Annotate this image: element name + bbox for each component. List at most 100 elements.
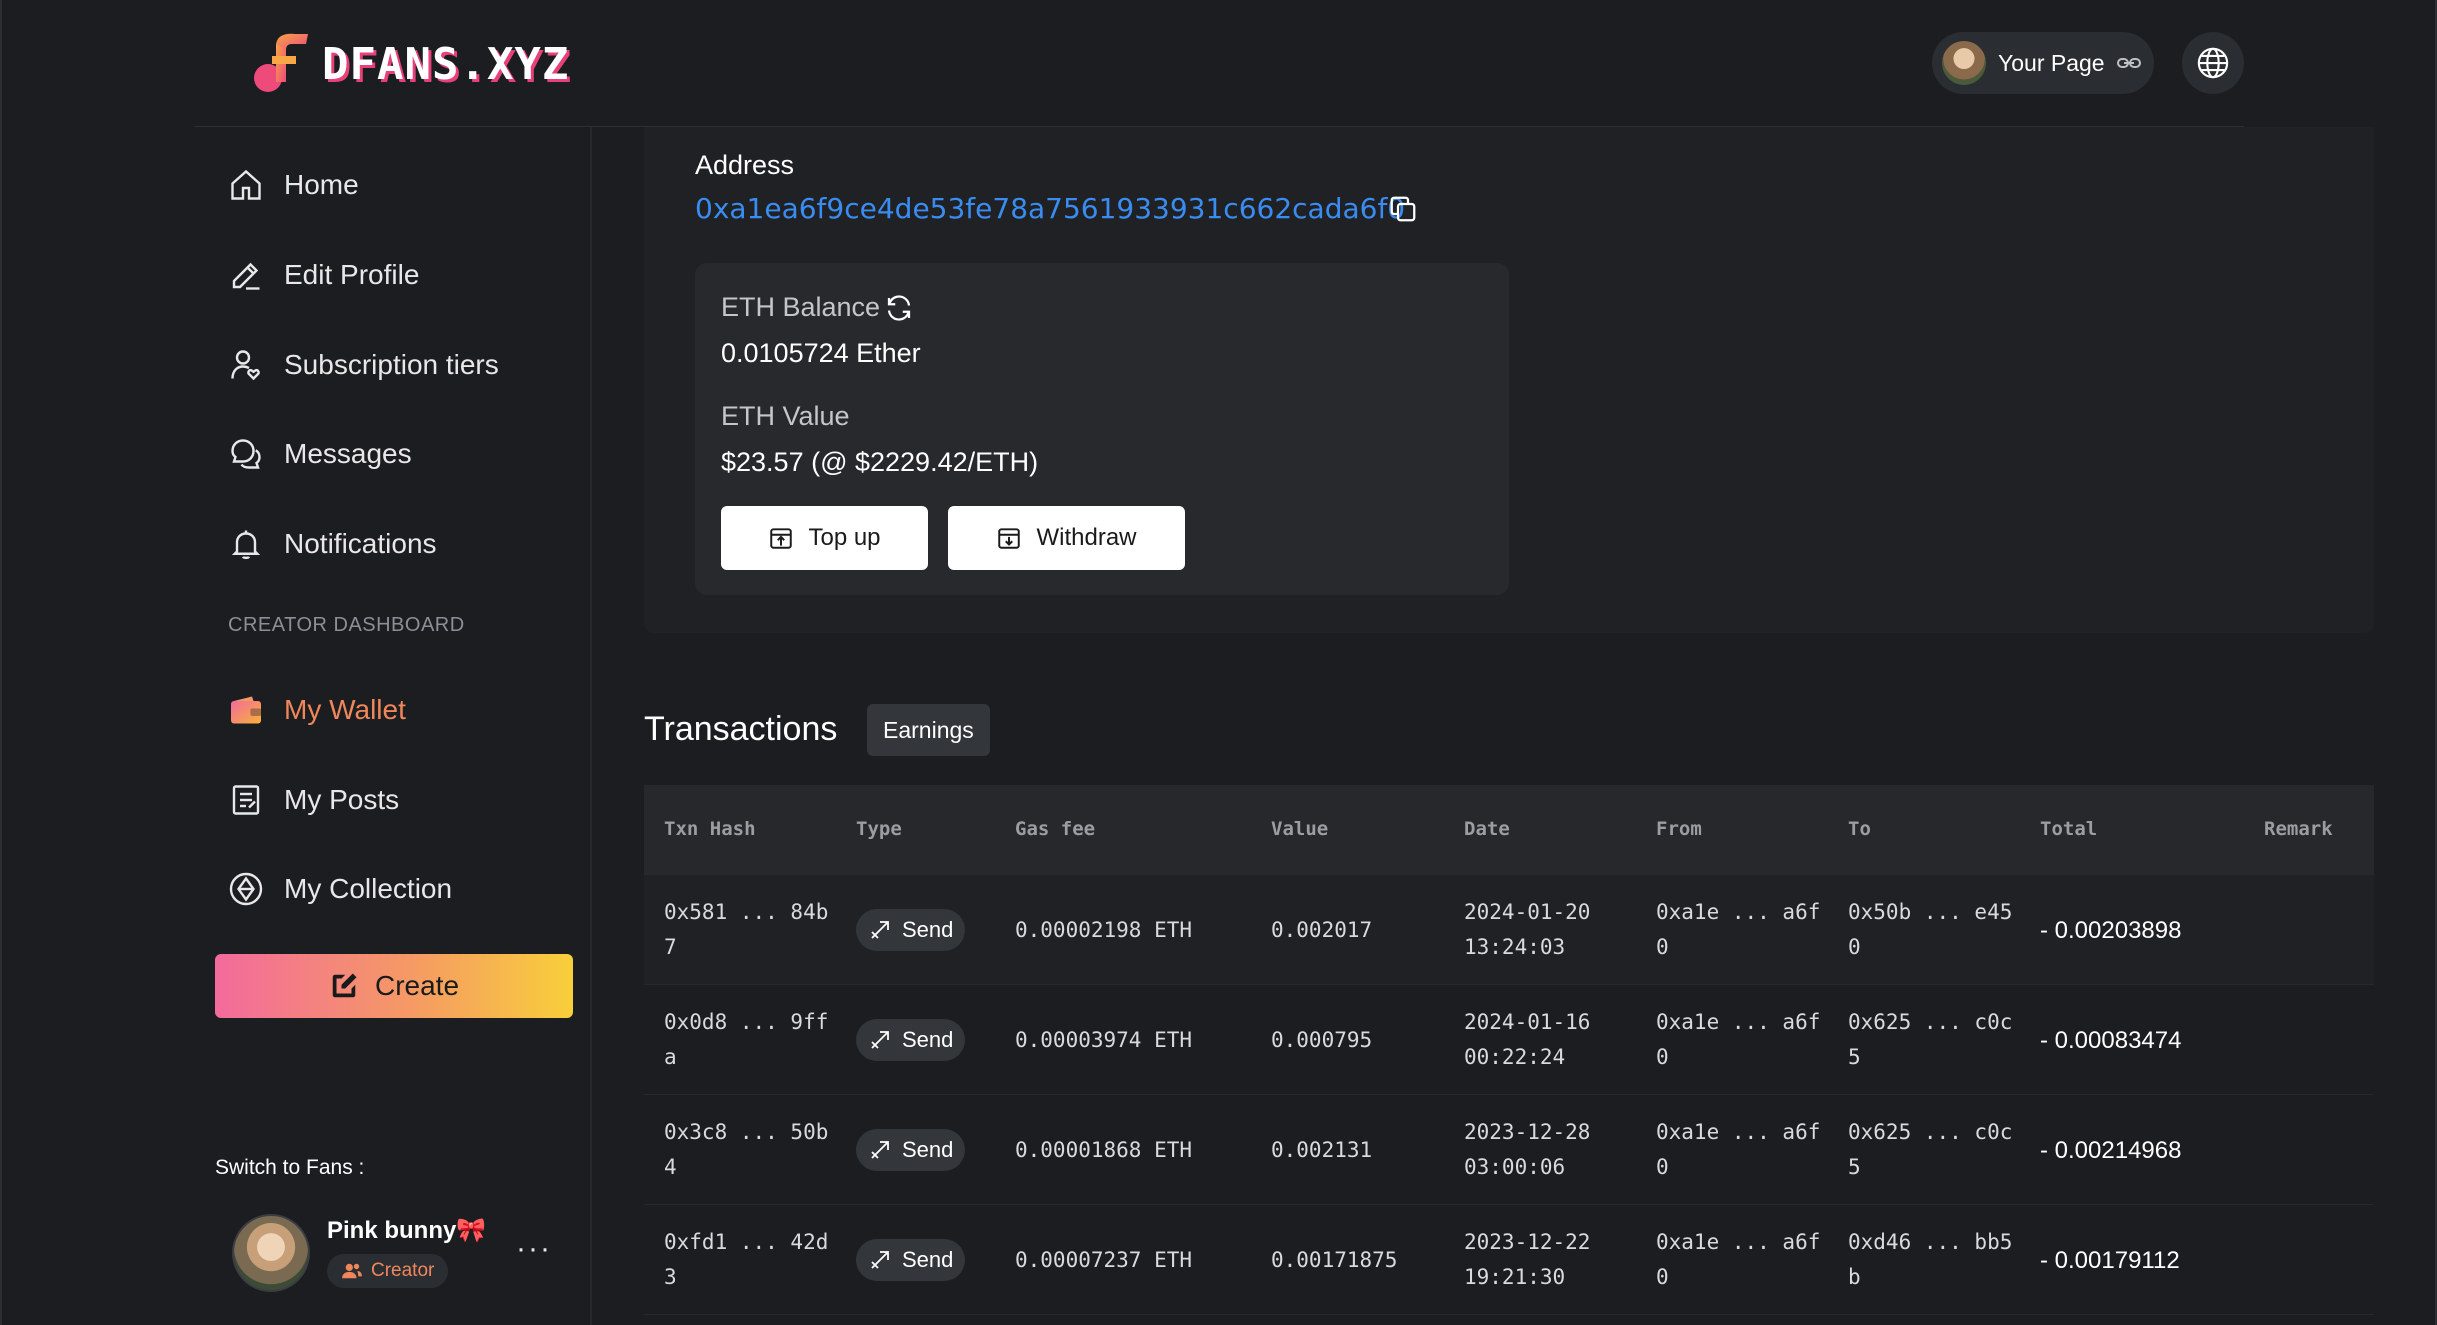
date-cell: 2024-01-16 00:22:24 xyxy=(1464,1010,1591,1069)
top-up-icon xyxy=(770,528,793,549)
chat-icon xyxy=(231,439,261,469)
to-cell[interactable]: 0x625 ... c0c 5 xyxy=(1848,1115,2012,1185)
date-cell: 2023-12-28 03:00:06 xyxy=(1464,1120,1591,1179)
create-label: Create xyxy=(374,970,460,1001)
column-header-total: Total xyxy=(2040,818,2098,840)
type-badge: Send xyxy=(856,1019,966,1061)
column-header-value: Value xyxy=(1271,818,1329,840)
total-cell: - 0.00083474 xyxy=(2040,1027,2182,1054)
top-up-button[interactable]: Top up xyxy=(721,506,928,570)
brand-logo[interactable]: DFANS.XYZ xyxy=(248,30,569,98)
txn-hash-cell[interactable]: 0x0d8 ... 9ff a xyxy=(664,1005,828,1075)
sidebar-item-my-wallet[interactable]: My Wallet xyxy=(228,680,406,740)
home-icon xyxy=(231,169,261,200)
send-icon xyxy=(871,921,889,939)
from-cell[interactable]: 0xa1e ... a6f 0 xyxy=(1656,1225,1820,1295)
creator-dashboard-label: CREATOR DASHBOARD xyxy=(228,614,465,636)
sidebar-item-messages[interactable]: Messages xyxy=(228,424,412,484)
value-cell: 0.00171875 xyxy=(1271,1248,1398,1272)
switch-to-fans-label: Switch to Fans : xyxy=(215,1156,365,1179)
sidebar-item-label: My Posts xyxy=(284,784,400,815)
address-label: Address xyxy=(695,150,795,180)
eth-balance-label: ETH Balance xyxy=(721,292,881,322)
sidebar-item-notifications[interactable]: Notifications xyxy=(228,514,437,574)
to-cell[interactable]: 0x50b ... e45 0 xyxy=(1848,895,2012,965)
type-badge: Send xyxy=(856,1129,966,1171)
txn-hash-cell[interactable]: 0xfd1 ... 42d 3 xyxy=(664,1225,828,1295)
pencil-icon xyxy=(232,262,260,290)
sidebar-item-label: Home xyxy=(284,169,359,200)
creator-badge: Creator xyxy=(327,1254,449,1288)
profile-avatar[interactable] xyxy=(232,1214,310,1292)
total-cell: - 0.00203898 xyxy=(2040,917,2182,944)
brand-name: DFANS.XYZ xyxy=(322,38,570,90)
bell-icon xyxy=(231,530,261,560)
gas-fee-cell: 0.00007237 ETH xyxy=(1015,1248,1193,1272)
send-icon xyxy=(871,1141,889,1159)
value-cell: 0.002017 xyxy=(1271,918,1373,942)
your-page-button[interactable]: Your Page xyxy=(1932,32,2154,94)
sidebar-item-label: Messages xyxy=(284,438,412,469)
date-cell: 2024-01-20 13:24:03 xyxy=(1464,900,1591,959)
sidebar-item-label: My Wallet xyxy=(284,694,406,725)
refresh-icon[interactable] xyxy=(884,293,914,323)
earnings-filter-button[interactable]: Earnings xyxy=(867,704,990,756)
column-header-to: To xyxy=(1848,818,1871,840)
gas-fee-cell: 0.00003974 ETH xyxy=(1015,1028,1193,1052)
total-cell: - 0.00214968 xyxy=(2040,1137,2182,1164)
transactions-table: Txn Hash Type Gas fee Value Date From To… xyxy=(644,785,2374,1315)
transactions-title: Transactions xyxy=(644,710,838,748)
sidebar-item-my-posts[interactable]: My Posts xyxy=(228,770,399,830)
wallet-address-link[interactable]: 0xa1ea6f9ce4de53fe78a7561933931c662cada6… xyxy=(695,192,1405,225)
total-cell: - 0.00179112 xyxy=(2040,1247,2180,1274)
column-header-gas-fee: Gas fee xyxy=(1015,818,1096,840)
value-cell: 0.002131 xyxy=(1271,1138,1373,1162)
column-header-type: Type xyxy=(856,818,902,840)
wallet-icon xyxy=(231,696,261,724)
create-button[interactable]: Create xyxy=(215,954,573,1018)
sidebar-item-my-collection[interactable]: My Collection xyxy=(228,859,452,919)
from-cell[interactable]: 0xa1e ... a6f 0 xyxy=(1656,1005,1820,1075)
send-icon xyxy=(871,1251,889,1269)
txn-hash-cell[interactable]: 0x581 ... 84b 7 xyxy=(664,895,828,965)
sidebar-item-label: My Collection xyxy=(284,873,453,904)
column-header-from: From xyxy=(1656,818,1702,840)
table-row[interactable]: 0x3c8 ... 50b 4 Send 0.00001868 ETH 0.002… xyxy=(644,1095,2374,1205)
withdraw-button[interactable]: Withdraw xyxy=(948,506,1185,570)
table-row[interactable]: 0x0d8 ... 9ff a Send 0.00003974 ETH 0.000… xyxy=(644,985,2374,1095)
txn-hash-cell[interactable]: 0x3c8 ... 50b 4 xyxy=(664,1115,828,1185)
copy-icon[interactable] xyxy=(1388,194,1418,224)
more-options-icon[interactable]: ··· xyxy=(516,1232,552,1266)
from-cell[interactable]: 0xa1e ... a6f 0 xyxy=(1656,1115,1820,1185)
table-row[interactable]: 0x581 ... 84b 7 Send 0.00002198 ETH 0.002… xyxy=(644,875,2374,985)
top-header: DFANS.XYZ Your Page xyxy=(0,0,2437,127)
sidebar-divider xyxy=(590,127,592,1325)
type-badge: Send xyxy=(856,909,966,951)
table-row[interactable]: 0xfd1 ... 42d 3 Send 0.00007237 ETH 0.001… xyxy=(644,1205,2374,1315)
withdraw-label: Withdraw xyxy=(1036,524,1137,551)
avatar xyxy=(1942,41,1986,85)
sidebar-item-subscription-tiers[interactable]: Subscription tiers xyxy=(228,335,499,395)
send-icon xyxy=(871,1031,889,1049)
withdraw-icon xyxy=(998,528,1021,549)
logo-icon xyxy=(254,33,308,92)
eth-value-label: ETH Value xyxy=(721,401,850,431)
eth-balance-value: 0.0105724 Ether xyxy=(721,338,921,368)
users-icon xyxy=(342,1263,362,1279)
sidebar-item-home[interactable]: Home xyxy=(228,155,359,215)
type-badge: Send xyxy=(856,1239,966,1281)
sidebar-item-label: Subscription tiers xyxy=(284,349,499,380)
sidebar-item-label: Edit Profile xyxy=(284,259,420,290)
language-button[interactable] xyxy=(2182,32,2244,94)
creator-badge-label: Creator xyxy=(371,1260,435,1281)
to-cell[interactable]: 0xd46 ... bb5 b xyxy=(1848,1225,2012,1295)
collection-icon xyxy=(229,872,263,906)
user-heart-icon xyxy=(231,350,260,381)
column-header-date: Date xyxy=(1464,818,1510,840)
sidebar-item-edit-profile[interactable]: Edit Profile xyxy=(228,245,419,305)
to-cell[interactable]: 0x625 ... c0c 5 xyxy=(1848,1005,2012,1075)
document-icon xyxy=(232,785,260,815)
from-cell[interactable]: 0xa1e ... a6f 0 xyxy=(1656,895,1820,965)
edit-square-icon xyxy=(332,973,357,998)
table-header: Txn Hash Type Gas fee Value Date From To… xyxy=(644,785,2374,875)
